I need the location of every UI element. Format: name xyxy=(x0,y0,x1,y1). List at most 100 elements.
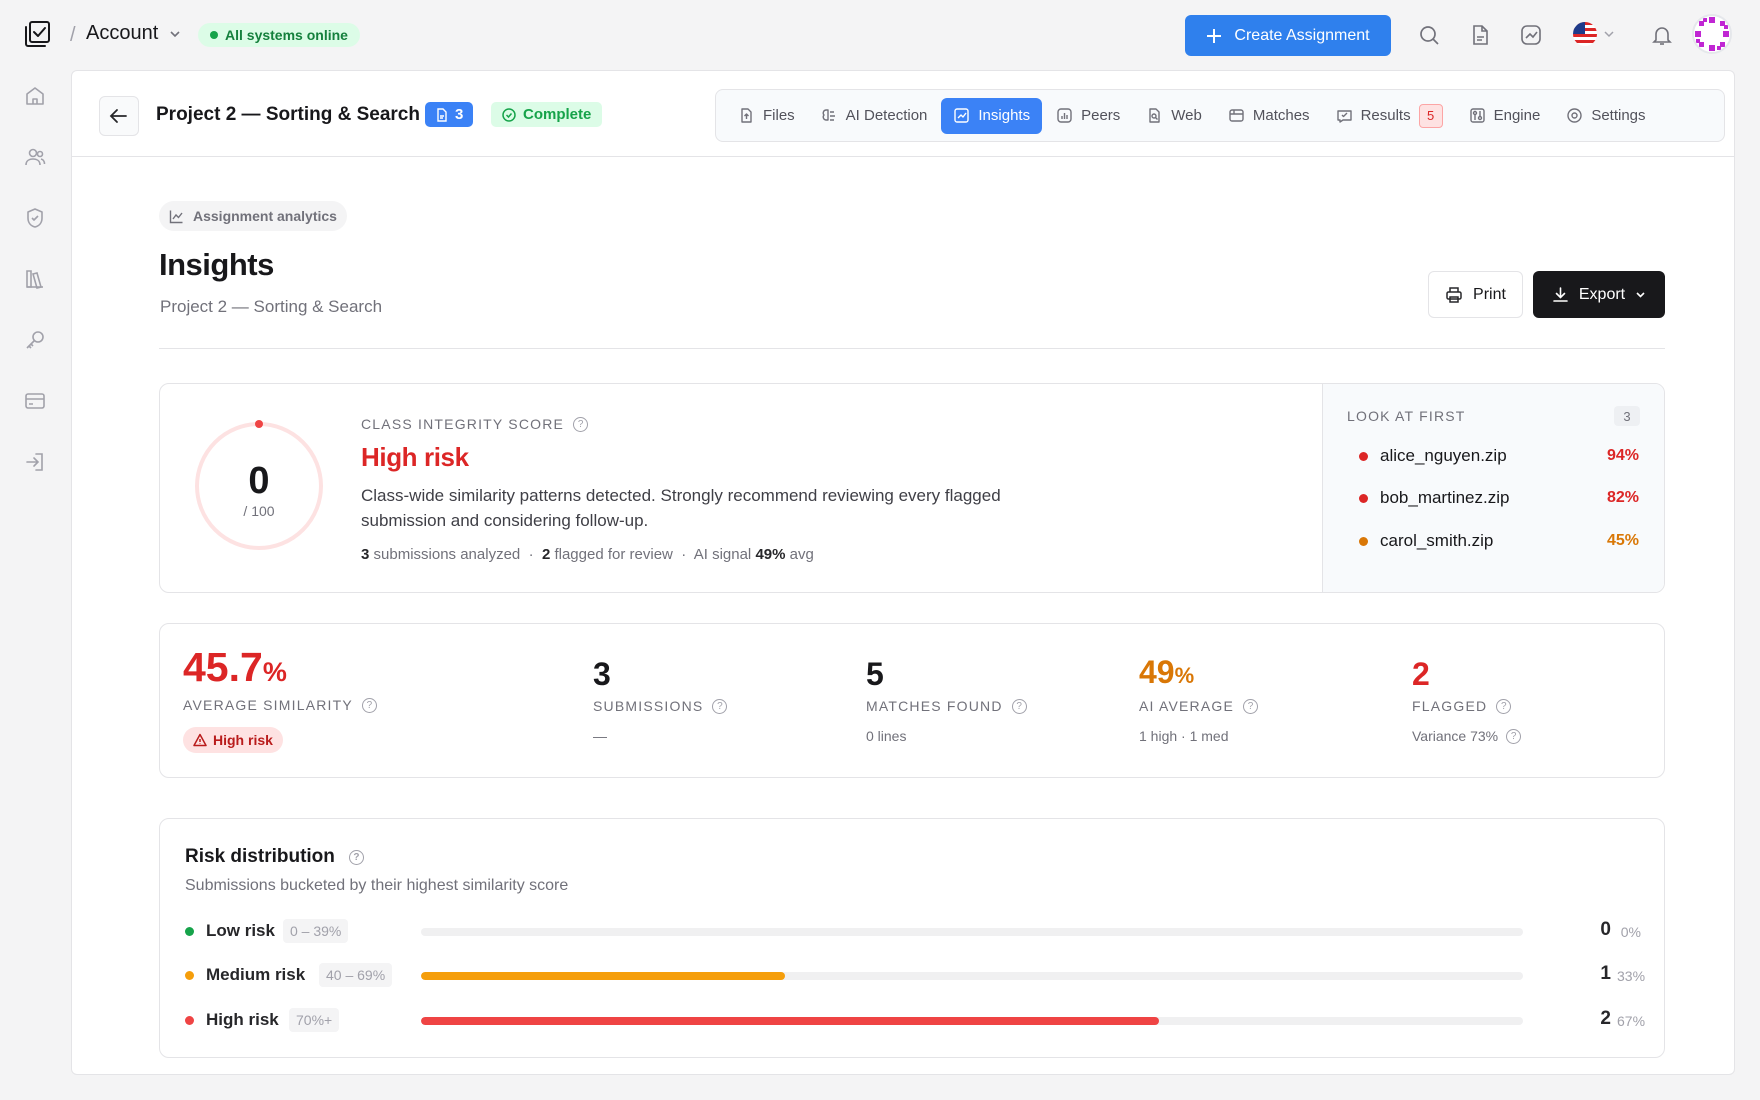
help-icon[interactable]: ? xyxy=(712,698,728,714)
tab-engine[interactable]: Engine xyxy=(1457,98,1553,134)
arrow-left-icon xyxy=(109,109,127,123)
avg-similarity-label: AVERAGE SIMILARITY xyxy=(183,697,353,713)
analyzed-text: submissions analyzed xyxy=(373,546,521,563)
tab-files[interactable]: Files xyxy=(726,98,807,134)
help-icon[interactable]: ? xyxy=(1506,728,1522,744)
stat-label: SUBMISSIONS? xyxy=(593,698,728,714)
insights-icon xyxy=(954,108,970,123)
submissions-sub: — xyxy=(593,728,607,744)
stat-label: AVERAGE SIMILARITY? xyxy=(183,697,377,713)
flagged-text: flagged for review xyxy=(554,546,673,563)
tab-label: Peers xyxy=(1081,107,1121,124)
risk-bucket-range: 40 – 69% xyxy=(319,963,393,987)
app-logo-icon[interactable] xyxy=(22,19,52,49)
distribution-subtitle: Submissions bucketed by their highest si… xyxy=(185,877,569,894)
distribution-title: Risk distribution ? xyxy=(185,846,364,868)
risk-dot xyxy=(1359,493,1368,503)
export-button[interactable]: Export xyxy=(1533,271,1665,318)
integrity-score-card: 0 / 100 CLASS INTEGRITY SCORE ? High ris… xyxy=(159,383,1665,593)
print-button[interactable]: Print xyxy=(1428,271,1523,318)
line-chart-icon xyxy=(169,210,183,223)
help-icon[interactable]: ? xyxy=(1011,698,1027,714)
risk-dot xyxy=(185,927,194,936)
look-at-first-item[interactable]: bob_martinez.zip 82% xyxy=(1359,488,1639,508)
tab-bar: Files AI Detection Insights Peers Web Matches… xyxy=(715,89,1725,142)
ai-signal-text: AI signal xyxy=(693,546,752,563)
help-icon[interactable]: ? xyxy=(361,697,377,713)
file-upload-icon xyxy=(741,108,752,123)
look-at-first-item[interactable]: alice_nguyen.zip 94% xyxy=(1359,446,1639,466)
project-header: Project 2 — Sorting & Search 3 Complete … xyxy=(72,71,1734,157)
progress-fill xyxy=(421,972,785,980)
look-at-first-panel: LOOK AT FIRST 3 alice_nguyen.zip 94% bob_m… xyxy=(1322,384,1664,592)
tab-count-badge: 5 xyxy=(1418,103,1443,128)
risk-bucket-percent: 0% xyxy=(1620,924,1641,940)
flagged-sub: Variance 73% xyxy=(1412,728,1499,744)
tab-settings[interactable]: Settings xyxy=(1554,98,1657,134)
avg-similarity-unit: % xyxy=(262,657,287,687)
results-icon xyxy=(1336,110,1352,123)
tab-label: Engine xyxy=(1493,107,1541,124)
stats-card: 45.7% AVERAGE SIMILARITY? High risk 3 SU… xyxy=(159,623,1665,778)
matches-value: 5 xyxy=(866,656,884,692)
us-flag-icon xyxy=(1573,22,1597,46)
risk-description: Class-wide similarity patterns detected.… xyxy=(361,486,1001,530)
stat-label: FLAGGED? xyxy=(1412,698,1512,714)
search-icon[interactable] xyxy=(1416,22,1442,48)
look-at-first-item[interactable]: carol_smith.zip 45% xyxy=(1359,531,1639,551)
language-selector[interactable] xyxy=(1573,22,1615,46)
risk-badge-text: High risk xyxy=(213,732,273,748)
billing-card-icon[interactable] xyxy=(22,388,48,414)
bell-icon[interactable] xyxy=(1649,22,1675,48)
shield-check-icon[interactable] xyxy=(22,205,48,231)
flagged-value: 2 xyxy=(1412,656,1430,692)
matches-icon xyxy=(1229,109,1244,122)
help-icon[interactable]: ? xyxy=(1496,698,1512,714)
back-button[interactable] xyxy=(99,96,139,136)
users-icon[interactable] xyxy=(22,144,48,170)
system-status-text: All systems online xyxy=(225,27,348,43)
chevron-down-icon xyxy=(1604,31,1614,38)
tab-results[interactable]: Results 5 xyxy=(1324,98,1455,134)
risk-dot xyxy=(185,971,194,980)
key-icon[interactable] xyxy=(22,327,48,353)
tab-label: Web xyxy=(1171,107,1202,124)
tab-insights[interactable]: Insights xyxy=(941,97,1043,134)
risk-bucket-range: 70%+ xyxy=(289,1008,340,1032)
stat-sub: Variance 73%? xyxy=(1412,728,1522,744)
document-icon[interactable] xyxy=(1467,22,1493,48)
tab-matches[interactable]: Matches xyxy=(1216,98,1322,134)
home-icon[interactable] xyxy=(22,83,48,109)
account-switcher[interactable]: Account xyxy=(86,22,182,45)
web-search-icon xyxy=(1149,108,1160,123)
tab-label: Insights xyxy=(978,107,1031,124)
score-gauge-marker xyxy=(255,420,263,428)
distribution-row: Low risk 0 – 39% 0 0% xyxy=(185,919,1641,945)
avatar[interactable] xyxy=(1692,14,1732,54)
tab-ai-detection[interactable]: AI Detection xyxy=(809,98,940,134)
progress-fill xyxy=(421,1017,1160,1025)
risk-bucket-name: Medium risk xyxy=(206,965,306,984)
print-label: Print xyxy=(1473,285,1506,303)
sign-in-icon[interactable] xyxy=(22,449,48,475)
ai-average-label: AI AVERAGE xyxy=(1139,698,1234,714)
create-assignment-button[interactable]: Create Assignment xyxy=(1185,15,1391,56)
help-icon[interactable]: ? xyxy=(573,416,589,432)
flagged-count: 2 xyxy=(541,546,551,563)
tab-web[interactable]: Web xyxy=(1134,98,1214,134)
look-at-first-title: LOOK AT FIRST xyxy=(1347,408,1466,424)
library-icon[interactable] xyxy=(22,266,48,292)
system-status-badge[interactable]: All systems online xyxy=(198,23,360,47)
distribution-title-text: Risk distribution xyxy=(185,846,335,867)
status-dot xyxy=(210,31,218,39)
submission-similarity: 45% xyxy=(1606,532,1639,549)
help-icon[interactable]: ? xyxy=(348,849,364,865)
activity-chart-icon[interactable] xyxy=(1518,22,1544,48)
project-title: Project 2 — Sorting & Search xyxy=(156,104,420,125)
risk-dot xyxy=(1359,536,1368,546)
help-icon[interactable]: ? xyxy=(1243,698,1258,714)
check-circle-icon xyxy=(502,107,516,122)
file-icon xyxy=(437,107,447,122)
meta-separator: · xyxy=(528,546,534,563)
tab-peers[interactable]: Peers xyxy=(1044,98,1132,134)
